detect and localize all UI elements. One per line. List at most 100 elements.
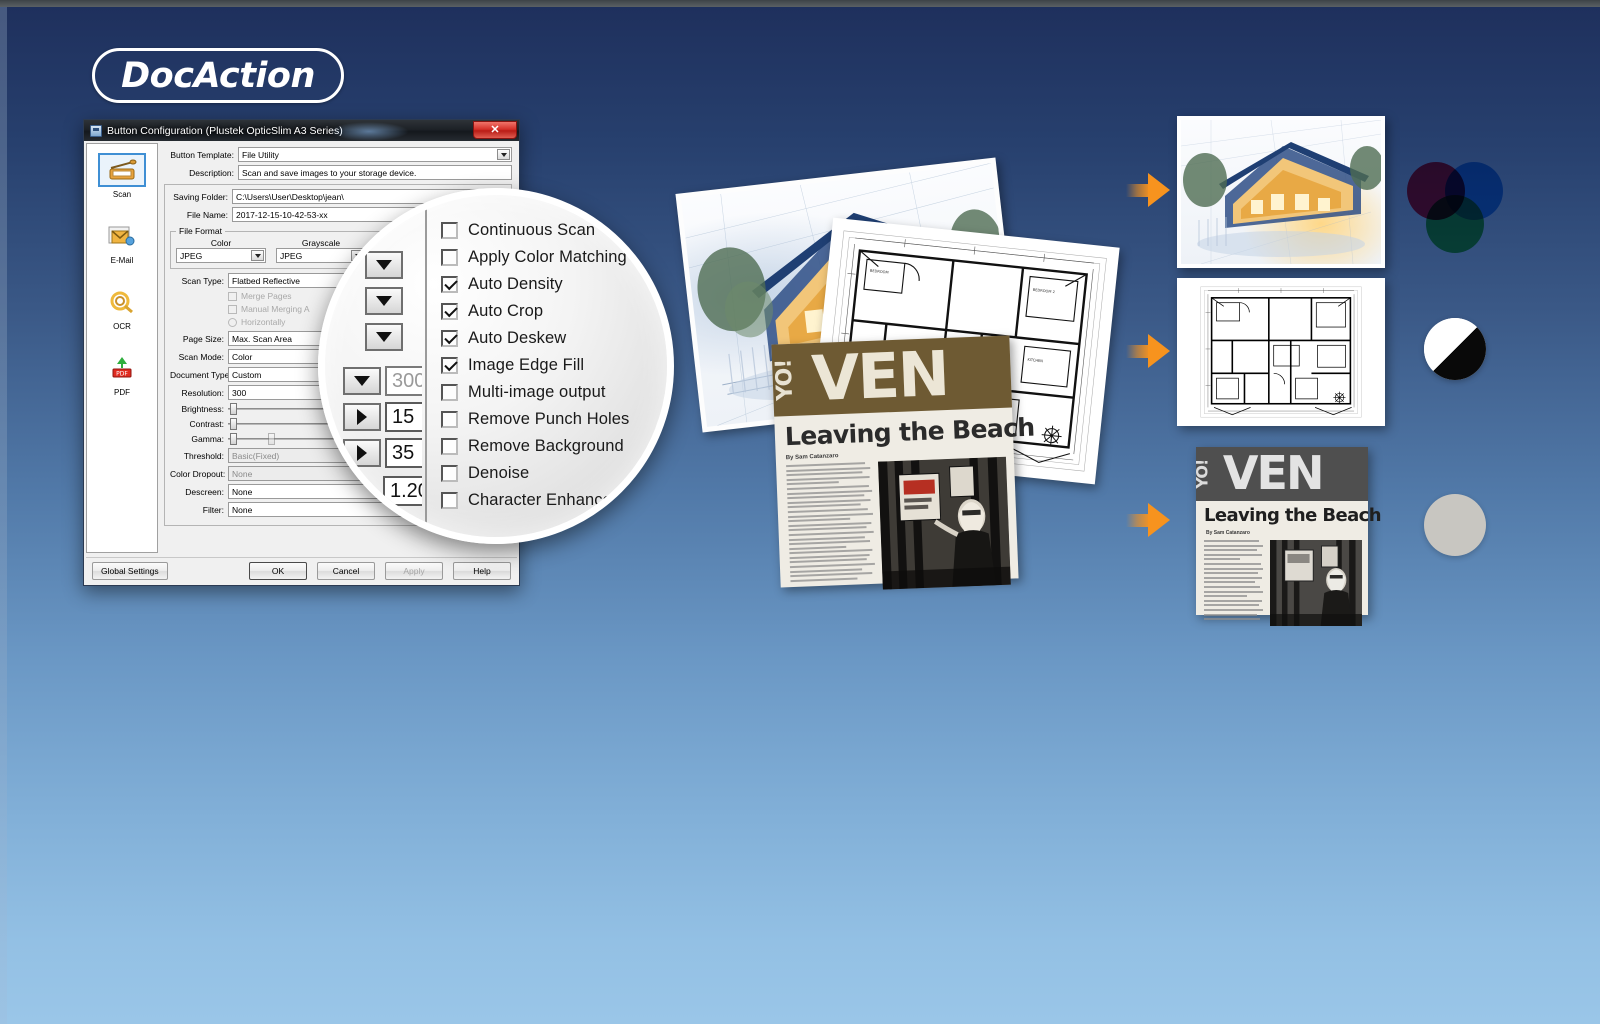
magnified-spinner-1[interactable] bbox=[365, 251, 403, 279]
option-auto-density[interactable]: Auto Density bbox=[441, 271, 663, 298]
output-grayscale-newspaper: YO! VEN Leaving the Beach By Sam Catanza… bbox=[1196, 447, 1382, 626]
checkbox-icon[interactable] bbox=[441, 438, 458, 455]
magnified-contrast-spinner[interactable] bbox=[343, 439, 381, 467]
magnified-spinner-3[interactable] bbox=[365, 323, 403, 351]
option-label: Character Enhancement bbox=[468, 491, 649, 509]
option-label: Image Edge Fill bbox=[468, 356, 585, 374]
chevron-down-icon[interactable] bbox=[497, 149, 510, 160]
arrow-head bbox=[1148, 334, 1170, 368]
sidebar-item-email[interactable]: E-Mail bbox=[87, 216, 157, 268]
arrow-head bbox=[1148, 503, 1170, 537]
output-photo bbox=[1270, 540, 1362, 626]
option-remove-punch-holes[interactable]: Remove Punch Holes bbox=[441, 406, 663, 433]
option-continuous-scan[interactable]: Continuous Scan bbox=[441, 217, 663, 244]
sidebar-item-label: OCR bbox=[113, 322, 131, 331]
manual-merging-checkbox[interactable] bbox=[228, 304, 237, 314]
close-icon[interactable]: ✕ bbox=[473, 121, 517, 139]
color-mode-badge bbox=[1407, 162, 1503, 258]
help-button[interactable]: Help bbox=[453, 561, 511, 580]
docaction-logo-text: DocAction bbox=[121, 55, 315, 96]
brightness-label: Brightness: bbox=[181, 404, 224, 414]
svg-text:BEDROOM: BEDROOM bbox=[870, 269, 889, 275]
slider-knob-mid[interactable] bbox=[268, 433, 275, 445]
page-size-value: Max. Scan Area bbox=[232, 333, 293, 344]
bw-split bbox=[1424, 318, 1486, 380]
checkbox-checked-icon[interactable] bbox=[441, 357, 458, 374]
pdf-icon: PDF bbox=[98, 351, 146, 385]
color-format-label: Color bbox=[210, 238, 232, 248]
option-multi-image-output[interactable]: Multi-image output bbox=[441, 379, 663, 406]
color-dropout-label: Color Dropout: bbox=[170, 468, 226, 479]
dialog-title-bar[interactable]: Button Configuration (Plustek OpticSlim … bbox=[84, 120, 519, 141]
description-label: Description: bbox=[189, 167, 234, 178]
option-label: Apply Color Matching bbox=[468, 248, 627, 266]
option-denoise[interactable]: Denoise bbox=[441, 460, 663, 487]
merge-pages-checkbox[interactable] bbox=[228, 291, 237, 301]
checkbox-icon[interactable] bbox=[441, 249, 458, 266]
checkbox-icon[interactable] bbox=[441, 492, 458, 509]
chevron-down-icon[interactable] bbox=[251, 250, 264, 261]
output-blackwhite-blueprint bbox=[1177, 278, 1385, 426]
filter-value: None bbox=[232, 504, 253, 515]
button-template-select[interactable]: File Utility bbox=[238, 147, 512, 162]
arrow-shaft bbox=[1126, 184, 1150, 197]
color-format-select[interactable]: JPEG bbox=[176, 248, 266, 263]
option-apply-color-matching[interactable]: Apply Color Matching bbox=[441, 244, 663, 271]
option-auto-deskew[interactable]: Auto Deskew bbox=[441, 325, 663, 352]
global-settings-button[interactable]: Global Settings bbox=[92, 561, 168, 580]
sidebar-item-ocr[interactable]: OCR bbox=[87, 282, 157, 334]
horizontally-radio[interactable] bbox=[228, 317, 237, 327]
slider-knob[interactable] bbox=[230, 403, 237, 415]
newspaper-body bbox=[776, 454, 1019, 593]
dialog-title: Button Configuration (Plustek OpticSlim … bbox=[107, 124, 343, 137]
description-input[interactable]: Scan and save images to your storage dev… bbox=[238, 165, 512, 180]
checkbox-checked-icon[interactable] bbox=[441, 303, 458, 320]
resolution-value: 300 bbox=[232, 387, 247, 398]
output-floor-plan bbox=[1181, 282, 1381, 422]
scan-mode-label: Scan Mode: bbox=[178, 351, 224, 362]
button-template-label: Button Template: bbox=[170, 149, 234, 160]
orange-right-arrow-icon bbox=[1126, 173, 1170, 207]
black-white-circle-icon bbox=[1424, 318, 1486, 380]
masthead-yo-text: YO! bbox=[771, 359, 799, 402]
checkbox-checked-icon[interactable] bbox=[441, 330, 458, 347]
checkbox-checked-icon[interactable] bbox=[441, 276, 458, 293]
magnifier-lens: 300 15 35 1.20 Continuous Scan Apply Col… bbox=[318, 188, 674, 544]
scanner-icon bbox=[98, 153, 146, 187]
magnified-brightness-spinner[interactable] bbox=[343, 403, 381, 431]
arrow-shaft bbox=[1126, 345, 1150, 358]
cancel-button[interactable]: Cancel bbox=[317, 561, 375, 580]
scan-type-value: Flatbed Reflective bbox=[232, 275, 301, 286]
saving-folder-label: Saving Folder: bbox=[173, 191, 228, 202]
merge-pages-label: Merge Pages bbox=[241, 291, 292, 301]
checkbox-icon[interactable] bbox=[441, 465, 458, 482]
option-remove-background[interactable]: Remove Background bbox=[441, 433, 663, 460]
option-character-enhancement[interactable]: Character Enhancement bbox=[441, 487, 663, 514]
button-template-row: Button Template: File Utility bbox=[164, 147, 512, 162]
checkbox-icon[interactable] bbox=[441, 411, 458, 428]
output-text-column bbox=[1204, 540, 1264, 626]
option-label: Remove Punch Holes bbox=[468, 410, 630, 428]
slider-knob[interactable] bbox=[230, 418, 237, 430]
ocr-icon bbox=[98, 285, 146, 319]
ok-button[interactable]: OK bbox=[249, 561, 307, 580]
option-label: Auto Density bbox=[468, 275, 563, 293]
magnified-resolution-spinner[interactable] bbox=[343, 367, 381, 395]
output-color-photo bbox=[1177, 116, 1385, 268]
magnified-gamma-value: 1.20 bbox=[383, 476, 422, 506]
page-background: DocAction Button Configuration (Plustek … bbox=[0, 0, 1600, 1024]
option-auto-crop[interactable]: Auto Crop bbox=[441, 298, 663, 325]
orange-right-arrow-icon bbox=[1126, 503, 1170, 537]
sidebar-item-pdf[interactable]: PDF PDF bbox=[87, 348, 157, 400]
magnified-resolution-value: 300 bbox=[385, 366, 422, 396]
slider-knob[interactable] bbox=[230, 433, 237, 445]
checkbox-icon[interactable] bbox=[441, 384, 458, 401]
sidebar-item-scan[interactable]: Scan bbox=[87, 150, 157, 202]
filter-label: Filter: bbox=[202, 504, 224, 515]
contrast-label: Contrast: bbox=[189, 419, 225, 429]
magnified-contrast-value: 35 bbox=[385, 438, 422, 468]
option-image-edge-fill[interactable]: Image Edge Fill bbox=[441, 352, 663, 379]
docaction-logo: DocAction bbox=[92, 48, 344, 103]
checkbox-icon[interactable] bbox=[441, 222, 458, 239]
magnified-spinner-2[interactable] bbox=[365, 287, 403, 315]
